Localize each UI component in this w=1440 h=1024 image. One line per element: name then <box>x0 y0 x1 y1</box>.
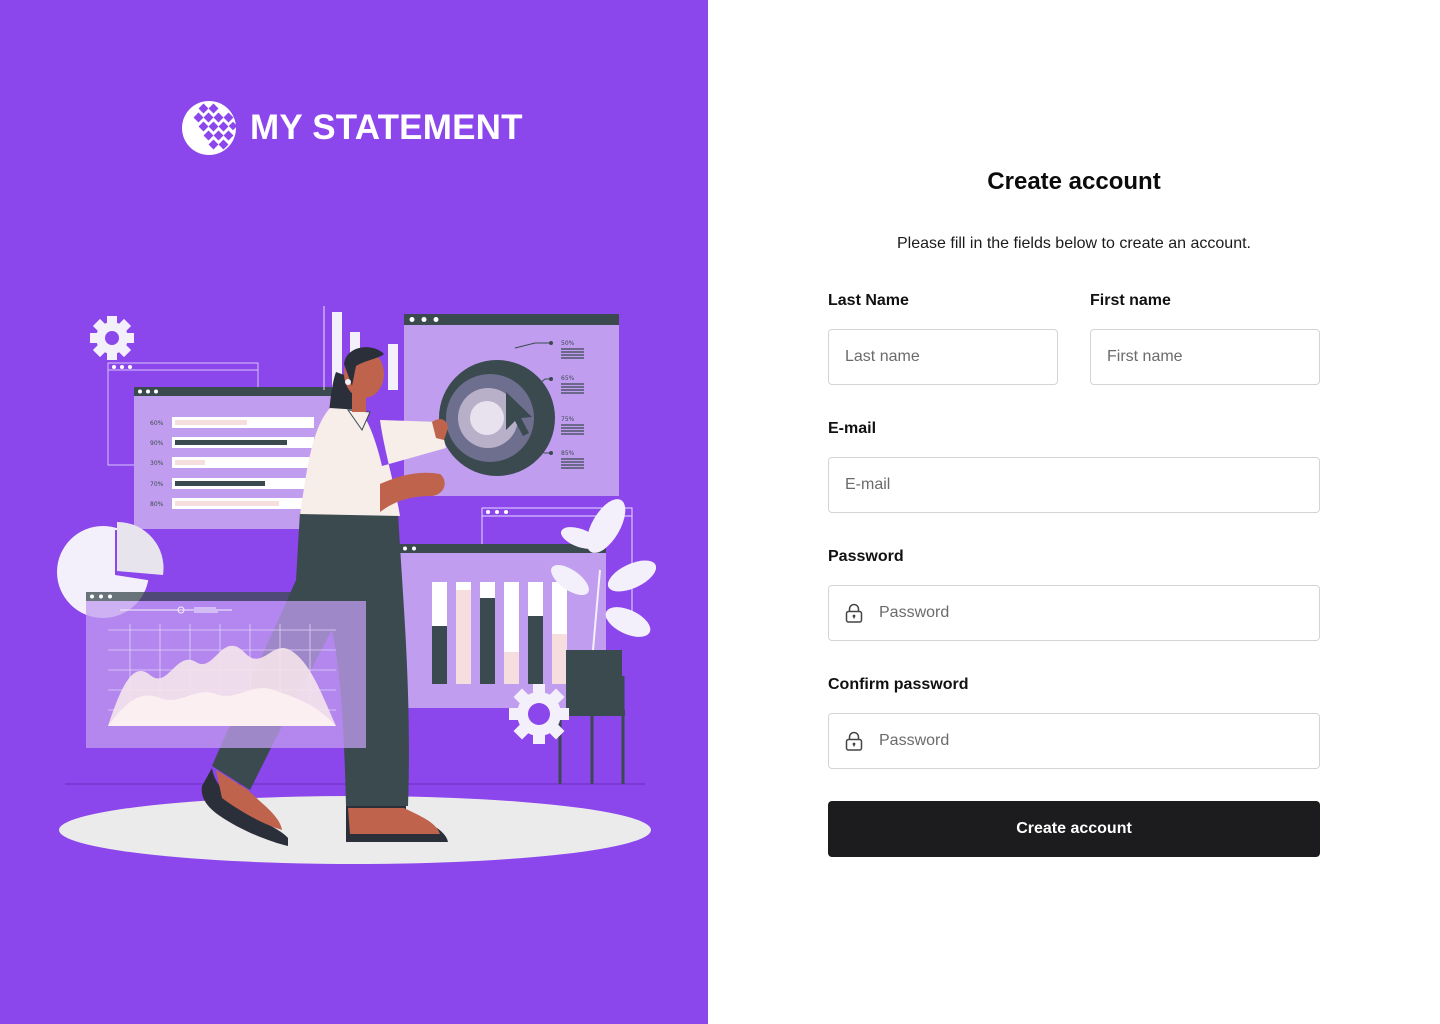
donut-label: 50% <box>561 340 575 347</box>
bar-label: 70% <box>150 481 164 488</box>
form-title: Create account <box>987 168 1161 195</box>
last-name-input[interactable] <box>845 348 1041 366</box>
confirm-password-label: Confirm password <box>828 676 969 693</box>
lock-icon <box>845 731 863 751</box>
gear-icon <box>90 316 134 360</box>
brand-panel: MY STATEMENT 60% 90% 30% 70% 80% 50% 65%… <box>0 0 708 1024</box>
password-label: Password <box>828 548 904 565</box>
email-label: E-mail <box>828 420 877 437</box>
bar-label: 60% <box>150 420 164 427</box>
brand-name: MY STATEMENT <box>250 108 523 147</box>
last-name-field[interactable] <box>828 329 1058 385</box>
confirm-password-field[interactable] <box>828 713 1320 769</box>
create-account-button[interactable]: Create account <box>828 801 1320 857</box>
password-input[interactable] <box>879 604 1303 622</box>
first-name-label: First name <box>1090 292 1171 309</box>
password-field[interactable] <box>828 585 1320 641</box>
signup-page: MY STATEMENT 60% 90% 30% 70% 80% 50% 65%… <box>0 0 1440 1024</box>
last-name-label: Last Name <box>828 292 909 309</box>
bar-label: 90% <box>150 440 164 447</box>
form-subtitle: Please fill in the fields below to creat… <box>897 235 1251 252</box>
woman-analyzing-charts-illustration: 60% 90% 30% 70% 80% 50% 65% 75% 85% <box>57 306 657 864</box>
email-field[interactable] <box>828 457 1320 513</box>
brand-logo: MY STATEMENT <box>180 99 523 157</box>
bar-label: 30% <box>150 460 164 467</box>
donut-label: 75% <box>561 416 575 423</box>
first-name-field[interactable] <box>1090 329 1320 385</box>
lock-icon <box>845 603 863 623</box>
confirm-password-input[interactable] <box>879 732 1303 750</box>
email-input[interactable] <box>845 476 1303 494</box>
bar-label: 80% <box>150 501 164 508</box>
donut-label: 65% <box>561 375 575 382</box>
donut-label: 85% <box>561 450 575 457</box>
grid-globe-icon <box>182 101 238 155</box>
first-name-input[interactable] <box>1107 348 1303 366</box>
